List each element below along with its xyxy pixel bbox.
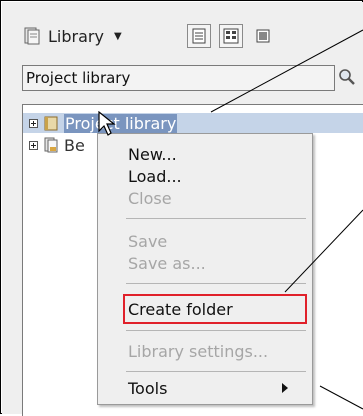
highlight-box [123, 294, 307, 324]
chevron-down-icon: ▼ [113, 30, 122, 42]
tree-item-library[interactable]: Be [23, 135, 85, 155]
menu-item-load[interactable]: Load... [98, 165, 312, 187]
tree-view-button[interactable] [219, 24, 243, 48]
tree-item-label: Be [64, 135, 85, 155]
menu-item-close: Close [98, 187, 312, 209]
menu-item-label: New... [128, 144, 177, 164]
menu-item-library-settings: Library settings... [98, 340, 312, 362]
menu-item-save: Save [98, 230, 312, 252]
menu-item-label: Load... [128, 166, 182, 186]
menu-item-label: Close [128, 188, 172, 208]
detail-view-icon [256, 29, 270, 43]
menu-item-new[interactable]: New... [98, 143, 312, 165]
library-icon [44, 137, 58, 153]
menu-item-label: Tools [128, 378, 168, 398]
menu-item-label: Library settings... [128, 341, 269, 361]
library-icon [24, 27, 40, 45]
menu-separator [126, 218, 306, 219]
expand-icon[interactable] [29, 118, 38, 128]
context-menu: New... Load... Close Save Save as... Cre… [97, 133, 313, 405]
library-menu-button[interactable]: Library ▼ [24, 24, 122, 48]
tree-view-icon [223, 28, 239, 44]
library-label: Library [48, 26, 104, 46]
detail-view-button[interactable] [251, 24, 275, 48]
mouse-pointer-icon [98, 111, 116, 136]
list-view-icon [192, 28, 206, 44]
menu-separator [126, 330, 306, 331]
project-library-icon [44, 116, 58, 131]
search-icon[interactable] [338, 68, 356, 86]
tree-item-project-library[interactable]: Project library [23, 113, 363, 133]
menu-item-label: Save [128, 231, 168, 251]
submenu-arrow-icon [282, 383, 288, 393]
list-view-button[interactable] [187, 24, 211, 48]
menu-separator [126, 371, 306, 372]
menu-separator [126, 283, 306, 284]
menu-item-save-as: Save as... [98, 252, 312, 274]
menu-item-label: Save as... [128, 253, 206, 273]
menu-item-tools[interactable]: Tools [98, 377, 312, 399]
tree-item-label: Project library [64, 113, 178, 133]
search-input[interactable]: Project library [22, 65, 335, 91]
expand-icon[interactable] [29, 140, 38, 150]
